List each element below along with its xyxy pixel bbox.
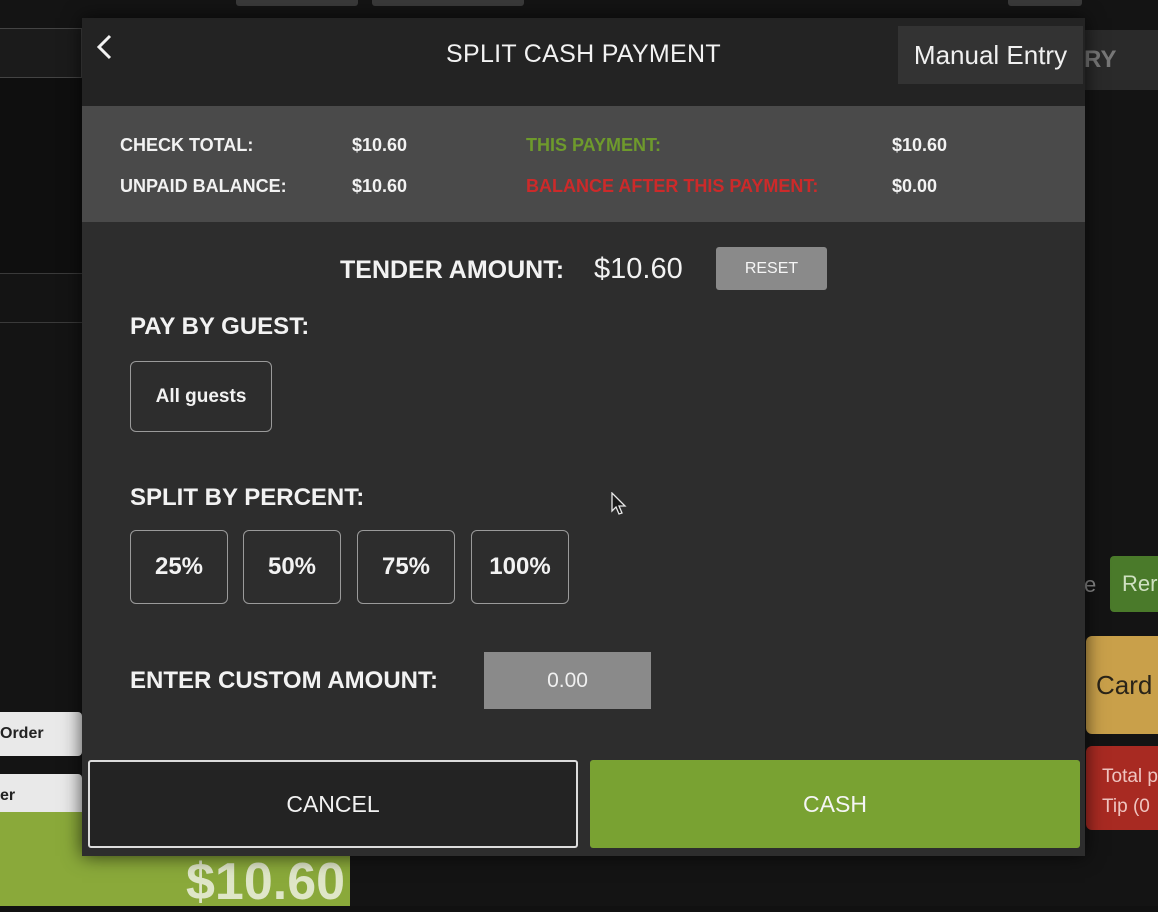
background-order-button[interactable]: Order: [0, 712, 82, 756]
tender-amount-label: TENDER AMOUNT:: [340, 256, 564, 285]
percent-75-button[interactable]: 75%: [357, 530, 455, 604]
split-by-percent-label: SPLIT BY PERCENT:: [130, 484, 364, 512]
background-divider: [0, 273, 82, 274]
this-payment-label: THIS PAYMENT:: [526, 135, 661, 156]
split-cash-payment-dialog: SPLIT CASH PAYMENT Manual Entry CHECK TO…: [82, 18, 1085, 856]
this-payment-value: $10.60: [892, 135, 947, 156]
balance-after-label: BALANCE AFTER THIS PAYMENT:: [526, 176, 818, 197]
background-top-button[interactable]: [372, 0, 524, 6]
cancel-button[interactable]: CANCEL: [88, 760, 578, 848]
percent-100-button[interactable]: 100%: [471, 530, 569, 604]
background-card-button[interactable]: Card: [1086, 636, 1158, 734]
check-total-label: CHECK TOTAL:: [120, 135, 253, 156]
percent-50-button[interactable]: 50%: [243, 530, 341, 604]
all-guests-button[interactable]: All guests: [130, 361, 272, 432]
background-left-area: [0, 78, 82, 273]
background-right-green-button[interactable]: Rer: [1110, 556, 1158, 612]
custom-amount-label: ENTER CUSTOM AMOUNT:: [130, 667, 438, 695]
background-right-text: e: [1084, 572, 1096, 598]
reset-button[interactable]: RESET: [716, 247, 827, 290]
pay-by-guest-label: PAY BY GUEST:: [130, 313, 309, 341]
background-total-tip-panel[interactable]: Total p Tip (0: [1086, 746, 1158, 830]
cash-button[interactable]: CASH: [590, 760, 1080, 848]
unpaid-balance-label: UNPAID BALANCE:: [120, 176, 287, 197]
background-right-header: RY: [1078, 30, 1158, 90]
balance-after-value: $0.00: [892, 176, 937, 197]
dialog-header: SPLIT CASH PAYMENT Manual Entry: [82, 18, 1085, 106]
background-top-button[interactable]: [236, 0, 358, 6]
background-divider: [0, 322, 82, 323]
custom-amount-input[interactable]: [484, 652, 651, 709]
payment-summary: CHECK TOTAL: $10.60 UNPAID BALANCE: $10.…: [82, 106, 1085, 222]
percent-25-button[interactable]: 25%: [130, 530, 228, 604]
background-left-panel: [0, 28, 82, 78]
tender-amount-value: $10.60: [594, 253, 683, 286]
unpaid-balance-value: $10.60: [352, 176, 407, 197]
background-top-button[interactable]: [1008, 0, 1082, 6]
mouse-cursor-icon: [611, 492, 627, 516]
background-total-amount: $10.60: [186, 852, 345, 912]
background-total-text: Total p: [1102, 762, 1158, 792]
background-tip-text: Tip (0: [1102, 792, 1158, 822]
check-total-value: $10.60: [352, 135, 407, 156]
manual-entry-button[interactable]: Manual Entry: [898, 26, 1083, 84]
